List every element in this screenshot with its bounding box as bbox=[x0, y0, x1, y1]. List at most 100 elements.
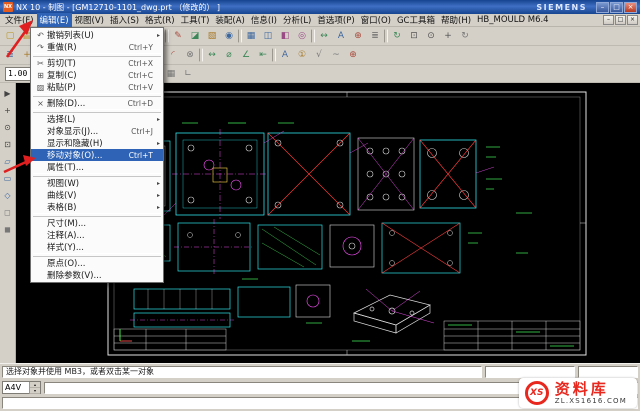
menu-window[interactable]: 窗口(O) bbox=[358, 13, 394, 27]
pan-view-icon[interactable]: + bbox=[1, 103, 15, 117]
centerline-icon[interactable]: ⊕ bbox=[345, 47, 361, 63]
wireframe-icon[interactable]: ◻ bbox=[1, 205, 15, 219]
menu-file[interactable]: 文件(F) bbox=[2, 13, 37, 27]
edit-move-object[interactable]: 移动对象(O)... Ctrl+T bbox=[31, 149, 163, 161]
detail-view-icon[interactable]: ◎ bbox=[294, 28, 310, 44]
angular-dimension-icon[interactable]: ∠ bbox=[238, 47, 254, 63]
close-button[interactable]: × bbox=[624, 2, 637, 13]
edit-remove-parameters[interactable]: 删除参数(V)... bbox=[31, 269, 163, 281]
doc-restore-button[interactable]: □ bbox=[615, 15, 626, 25]
bottom-bar: ▴ ▾ XS 资料库 ZL.XS1616.COM bbox=[0, 379, 640, 411]
menu-insert[interactable]: 插入(S) bbox=[107, 13, 142, 27]
toolbar-icon-glyph: ⊕ bbox=[349, 50, 357, 60]
edit-origin[interactable]: 原点(O)... bbox=[31, 257, 163, 269]
iso-view-icon[interactable]: ◇ bbox=[1, 188, 15, 202]
zoom-view-icon[interactable]: ⊙ bbox=[1, 120, 15, 134]
projected-view-icon[interactable]: ◫ bbox=[260, 28, 276, 44]
menu-item-shortcut: Ctrl+C bbox=[123, 71, 153, 80]
minimize-button[interactable]: – bbox=[596, 2, 609, 13]
radial-dimension-icon[interactable]: ⌀ bbox=[221, 47, 237, 63]
edit-table[interactable]: 表格(B) bbox=[31, 201, 163, 213]
edit-style[interactable]: 样式(Y)... bbox=[31, 241, 163, 253]
edit-copy[interactable]: ⊞ 复制(C) Ctrl+C bbox=[31, 69, 163, 81]
toolbar-icon-glyph: ▢ bbox=[6, 31, 15, 41]
balloon-icon[interactable]: ① bbox=[294, 47, 310, 63]
edit-properties[interactable]: 属性(T)... bbox=[31, 161, 163, 173]
fillet-icon[interactable]: ◜ bbox=[165, 47, 181, 63]
toolbar-icon-glyph: √ bbox=[316, 50, 322, 60]
doc-minimize-button[interactable]: – bbox=[603, 15, 614, 25]
fit-window-icon[interactable]: ⊡ bbox=[406, 28, 422, 44]
grid-icon[interactable]: ▦ bbox=[163, 66, 179, 82]
toolbar-icon-glyph: ⊙ bbox=[427, 31, 435, 41]
menu-gc-toolbox[interactable]: GC工具箱 bbox=[394, 13, 438, 27]
edit-delete[interactable]: × 删除(D)... Ctrl+D bbox=[31, 97, 163, 109]
select-icon[interactable]: ▶ bbox=[1, 86, 15, 100]
shaded-icon[interactable]: ◼ bbox=[1, 222, 15, 236]
linear-dimension-icon[interactable]: ↔ bbox=[204, 47, 220, 63]
edit-curve[interactable]: 曲线(V) bbox=[31, 189, 163, 201]
menu-edit[interactable]: 编辑(E) bbox=[37, 13, 72, 27]
sketch-icon[interactable]: ✎ bbox=[170, 28, 186, 44]
layer-settings-icon[interactable]: ≣ bbox=[2, 47, 18, 63]
new-file-icon[interactable]: ▢ bbox=[2, 28, 18, 44]
datum-plane-icon[interactable]: ◪ bbox=[187, 28, 203, 44]
edit-annotation[interactable]: 注释(A)... bbox=[31, 229, 163, 241]
menu-analysis[interactable]: 分析(L) bbox=[280, 13, 314, 27]
pan-icon[interactable]: + bbox=[440, 28, 456, 44]
menu-item-label: 重做(R) bbox=[47, 41, 119, 53]
toolbar-icon-glyph: ≣ bbox=[371, 31, 379, 41]
menu-assembly[interactable]: 装配(A) bbox=[212, 13, 247, 27]
spin-down-icon[interactable]: ▾ bbox=[30, 388, 40, 394]
parts-list-table bbox=[114, 329, 226, 350]
doc-close-button[interactable]: × bbox=[627, 15, 638, 25]
weld-symbol-icon[interactable]: ~ bbox=[328, 47, 344, 63]
edit-dimension[interactable]: 尺寸(M)... bbox=[31, 217, 163, 229]
edit-object-display[interactable]: 对象显示(J)... Ctrl+J bbox=[31, 125, 163, 137]
refresh-icon[interactable]: ↻ bbox=[389, 28, 405, 44]
text-icon[interactable]: A bbox=[277, 47, 293, 63]
menu-hb-mould[interactable]: HB_MOULD M6.4 bbox=[474, 14, 552, 26]
menu-preferences[interactable]: 首选项(P) bbox=[314, 13, 357, 27]
menu-help[interactable]: 帮助(H) bbox=[438, 13, 474, 27]
dimension-icon[interactable]: ↔ bbox=[316, 28, 332, 44]
menu-format[interactable]: 格式(R) bbox=[142, 13, 178, 27]
section-view-icon[interactable]: ◧ bbox=[277, 28, 293, 44]
base-view-icon[interactable]: ▦ bbox=[243, 28, 259, 44]
toolbar-icon-glyph: + bbox=[4, 106, 11, 115]
status-panel-2 bbox=[578, 366, 638, 378]
maximize-button[interactable]: □ bbox=[610, 2, 623, 13]
edit-paste[interactable]: ▨ 粘贴(P) Ctrl+V bbox=[31, 81, 163, 93]
menu-item-label: 删除(D)... bbox=[47, 97, 119, 109]
menu-view[interactable]: 视图(V) bbox=[72, 13, 107, 27]
sheet-spinner[interactable]: ▴ ▾ bbox=[29, 382, 40, 394]
edit-view[interactable]: 视图(W) bbox=[31, 177, 163, 189]
sheet-selector-input[interactable] bbox=[3, 383, 29, 392]
ortho-icon[interactable]: ∟ bbox=[180, 66, 196, 82]
surface-finish-icon[interactable]: √ bbox=[311, 47, 327, 63]
menu-tools[interactable]: 工具(T) bbox=[178, 13, 213, 27]
edit-redo[interactable]: ↷ 重做(R) Ctrl+Y bbox=[31, 41, 163, 53]
edit-cut[interactable]: ✂ 剪切(T) Ctrl+X bbox=[31, 57, 163, 69]
center-mark-icon[interactable]: ⊕ bbox=[350, 28, 366, 44]
fit-view-icon[interactable]: ⊡ bbox=[1, 137, 15, 151]
sheet-selector[interactable]: ▴ ▾ bbox=[2, 381, 41, 394]
menu-item-label: 信息(I) bbox=[251, 16, 277, 26]
trim-icon[interactable]: ⊗ bbox=[182, 47, 198, 63]
hole-icon[interactable]: ◉ bbox=[221, 28, 237, 44]
front-view-icon[interactable]: ▱ bbox=[1, 154, 15, 168]
zoom-icon[interactable]: ⊙ bbox=[423, 28, 439, 44]
ordinate-dimension-icon[interactable]: ⇤ bbox=[255, 47, 271, 63]
menu-information[interactable]: 信息(I) bbox=[248, 13, 280, 27]
edit-selection[interactable]: 选择(L) bbox=[31, 113, 163, 125]
edit-undo-list[interactable]: ↶ 撤销列表(U) bbox=[31, 29, 163, 41]
toolbar-icon-glyph: ∠ bbox=[242, 50, 250, 60]
view-side-2 bbox=[130, 313, 234, 327]
note-icon[interactable]: A bbox=[333, 28, 349, 44]
rotate-icon[interactable]: ↻ bbox=[457, 28, 473, 44]
table-icon[interactable]: ≣ bbox=[367, 28, 383, 44]
top-view-icon[interactable]: ▭ bbox=[1, 171, 15, 185]
extrude-icon[interactable]: ▧ bbox=[204, 28, 220, 44]
toolbar-icon-glyph: A bbox=[338, 31, 344, 41]
edit-show-hide[interactable]: 显示和隐藏(H) bbox=[31, 137, 163, 149]
